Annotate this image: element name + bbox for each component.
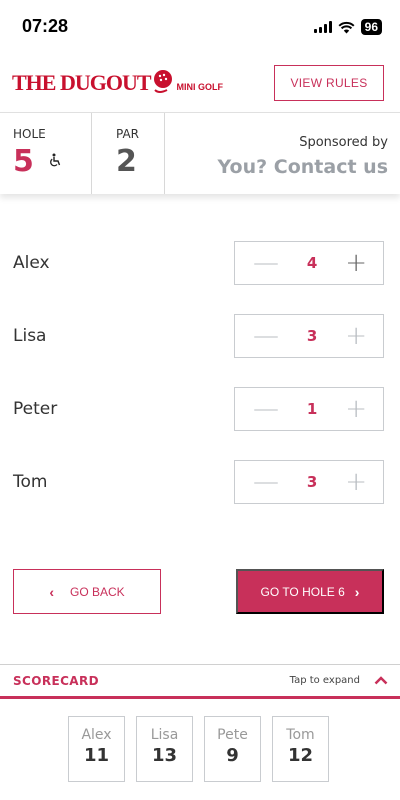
scorecard-header[interactable]: SCORECARD Tap to expand (0, 665, 400, 699)
tap-to-expand-hint: Tap to expand (289, 675, 360, 686)
increment-button[interactable]: + (345, 396, 367, 422)
status-time: 07:28 (22, 15, 69, 36)
par-cell: PAR 2 (92, 113, 165, 194)
next-hole-button[interactable]: GO TO HOLE 6 › (236, 569, 384, 614)
total-score: 9 (226, 745, 239, 766)
hole-label: HOLE (13, 127, 46, 141)
scorecard-title: SCORECARD (13, 673, 99, 688)
scorecard-totals: Alex 11 Lisa 13 Pete 9 Tom 12 (0, 699, 400, 782)
player-row: Tom — 3 + (0, 460, 400, 506)
decrement-button[interactable]: — (253, 323, 279, 349)
scorecard-panel: SCORECARD Tap to expand Alex 11 Lisa 13 … (0, 664, 400, 800)
wifi-icon (338, 21, 355, 33)
status-icons: 96 (313, 19, 382, 35)
go-back-label: GO BACK (69, 584, 125, 599)
next-hole-label: GO TO HOLE 6 (260, 584, 345, 599)
app-header: The Dugout MINI GOLF VIEW RULES (0, 54, 400, 112)
hole-info-bar: HOLE 5 PAR 2 Sponsored by You? Contact u… (0, 112, 400, 194)
total-player-name: Pete (217, 727, 248, 743)
player-name: Lisa (13, 326, 47, 346)
total-score: 12 (287, 745, 314, 766)
player-row: Alex — 4 + (0, 241, 400, 287)
total-score: 11 (83, 745, 110, 766)
par-label: PAR (116, 127, 140, 141)
signal-icon (313, 21, 332, 33)
view-rules-button[interactable]: VIEW RULES (274, 65, 384, 101)
decrement-button[interactable]: — (253, 469, 279, 495)
par-value: 2 (116, 144, 137, 179)
battery-indicator: 96 (360, 19, 382, 35)
wheelchair-icon (49, 153, 61, 167)
sponsor-contact-link[interactable]: You? Contact us (165, 156, 388, 178)
chevron-up-icon[interactable] (374, 676, 388, 685)
sponsor-area: Sponsored by You? Contact us (165, 113, 400, 194)
logo-sub-text: MINI GOLF (176, 82, 224, 92)
chevron-right-icon: › (354, 583, 360, 600)
score-value: 1 (306, 400, 318, 418)
total-card: Tom 12 (272, 716, 329, 782)
player-name: Peter (13, 399, 58, 419)
hole-cell: HOLE 5 (0, 113, 92, 194)
golf-ball-icon (153, 70, 172, 93)
score-stepper: — 1 + (234, 387, 384, 431)
chevron-left-icon: ‹ (49, 583, 54, 600)
dugout-logo: The Dugout MINI GOLF (12, 68, 223, 98)
player-row: Peter — 1 + (0, 387, 400, 433)
go-back-button[interactable]: ‹ GO BACK (13, 569, 161, 614)
score-value: 3 (306, 327, 318, 345)
increment-button[interactable]: + (345, 250, 367, 276)
score-stepper: — 4 + (234, 241, 384, 285)
total-card: Alex 11 (68, 716, 125, 782)
total-player-name: Lisa (150, 727, 179, 743)
increment-button[interactable]: + (345, 323, 367, 349)
player-row: Lisa — 3 + (0, 314, 400, 360)
total-player-name: Tom (286, 727, 315, 743)
sponsored-by-label: Sponsored by (299, 135, 388, 150)
player-name: Tom (13, 472, 48, 492)
status-bar: 07:28 96 (0, 0, 400, 54)
total-card: Pete 9 (204, 716, 261, 782)
score-value: 3 (306, 473, 318, 491)
decrement-button[interactable]: — (253, 396, 279, 422)
score-stepper: — 3 + (234, 460, 384, 504)
total-score: 13 (151, 745, 178, 766)
total-card: Lisa 13 (136, 716, 193, 782)
score-value: 4 (306, 254, 318, 272)
logo-main-text: The Dugout (12, 70, 152, 95)
player-name: Alex (13, 253, 50, 273)
decrement-button[interactable]: — (253, 250, 279, 276)
total-player-name: Alex (81, 727, 112, 743)
increment-button[interactable]: + (345, 469, 367, 495)
score-stepper: — 3 + (234, 314, 384, 358)
hole-number: 5 (13, 144, 34, 179)
